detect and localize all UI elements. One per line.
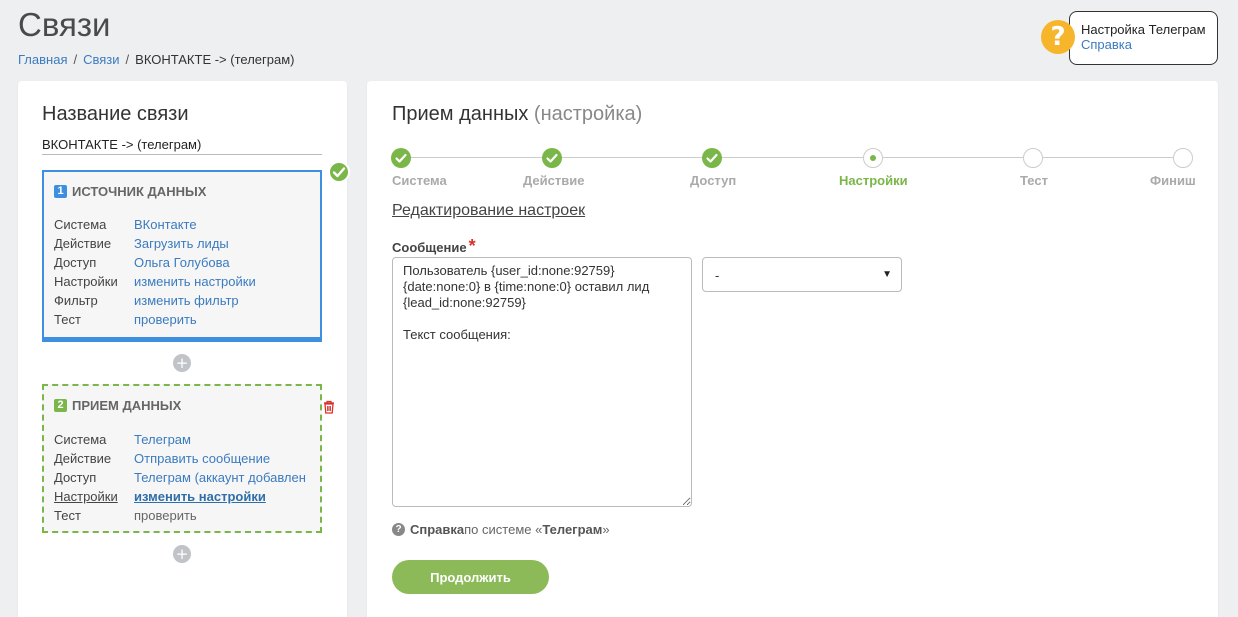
connection-heading: Название связи	[42, 103, 189, 125]
settings-panel: Прием данных (настройка) Система Действи…	[367, 81, 1218, 617]
receiver-card[interactable]: 2 ПРИЕМ ДАННЫХ Система Телеграм Действие О…	[42, 384, 334, 533]
question-icon[interactable]: ?	[1041, 20, 1075, 54]
source-access-link[interactable]: Ольга Голубова	[134, 253, 314, 272]
help-line: ? Справка по системе «Телеграм»	[392, 522, 610, 537]
add-step-icon[interactable]: +	[173, 354, 191, 372]
breadcrumb-links[interactable]: Связи	[83, 52, 119, 67]
step-label-system[interactable]: Система	[392, 173, 447, 188]
source-filter-link[interactable]: изменить фильтр	[134, 291, 314, 310]
variable-select[interactable]: - ▼	[702, 257, 902, 292]
help-box-title: Настройка Телеграм	[1081, 22, 1206, 37]
source-system-link[interactable]: ВКонтакте	[134, 215, 314, 234]
receiver-system-link[interactable]: Телеграм	[134, 430, 314, 449]
source-row-test: Тест проверить	[54, 310, 314, 329]
variable-select-value: -	[715, 268, 720, 283]
connection-name-field[interactable]: ВКОНТАКТЕ -> (телеграм)	[42, 137, 322, 155]
source-row-system: Система ВКонтакте	[54, 215, 314, 234]
source-settings-link[interactable]: изменить настройки	[134, 272, 314, 291]
source-row-access: Доступ Ольга Голубова	[54, 253, 314, 272]
help-box: Настройка Телеграм Справка	[1069, 11, 1218, 65]
help-link[interactable]: Справка	[1081, 37, 1132, 52]
add-step-icon[interactable]: +	[173, 545, 191, 563]
step-number-badge: 2	[54, 399, 67, 412]
receiver-action-link[interactable]: Отправить сообщение	[134, 449, 314, 468]
receiver-row-settings: Настройки изменить настройки	[54, 487, 314, 506]
step-current-dot	[863, 148, 883, 168]
source-row-filter: Фильтр изменить фильтр	[54, 291, 314, 310]
step-label-test: Тест	[1020, 173, 1048, 188]
step-done-check-icon	[702, 148, 722, 168]
step-pending-dot	[1173, 148, 1193, 168]
source-card[interactable]: 1 ИСТОЧНИК ДАННЫХ Система ВКонтакте Дейст…	[42, 170, 322, 342]
source-row-action: Действие Загрузить лиды	[54, 234, 314, 253]
receiver-row-system: Система Телеграм	[54, 430, 314, 449]
breadcrumb-home[interactable]: Главная	[18, 52, 67, 67]
dropdown-arrow-icon: ▼	[882, 269, 892, 280]
step-label-access[interactable]: Доступ	[690, 173, 736, 188]
source-card-title: ИСТОЧНИК ДАННЫХ	[72, 184, 207, 199]
breadcrumb-current: ВКОНТАКТЕ -> (телеграм)	[135, 52, 295, 67]
step-done-check-icon	[391, 148, 411, 168]
receiver-rows: Система Телеграм Действие Отправить сообще…	[54, 430, 314, 525]
receiver-access-link[interactable]: Телеграм (аккаунт добавлен	[134, 468, 314, 487]
source-card-header: 1 ИСТОЧНИК ДАННЫХ	[54, 184, 206, 199]
step-done-check-icon	[542, 148, 562, 168]
receiver-row-access: Доступ Телеграм (аккаунт добавлен	[54, 468, 314, 487]
step-label-finish: Финиш	[1150, 173, 1196, 188]
question-circle-icon: ?	[392, 523, 405, 536]
source-row-settings: Настройки изменить настройки	[54, 272, 314, 291]
breadcrumb: Главная / Связи / ВКОНТАКТЕ -> (телеграм)	[18, 52, 295, 67]
receiver-card-header: 2 ПРИЕМ ДАННЫХ	[54, 398, 181, 413]
receiver-row-test: Тест проверить	[54, 506, 314, 525]
source-action-link[interactable]: Загрузить лиды	[134, 234, 314, 253]
step-pending-dot	[1023, 148, 1043, 168]
step-label-settings[interactable]: Настройки	[839, 173, 908, 188]
message-label: Сообщение *	[392, 236, 476, 256]
continue-button[interactable]: Продолжить	[392, 560, 549, 594]
help-system-link[interactable]: Справка	[410, 522, 464, 537]
connection-panel: Название связи ВКОНТАКТЕ -> (телеграм) 1…	[18, 81, 350, 617]
check-icon	[328, 161, 350, 183]
receiver-card-title: ПРИЕМ ДАННЫХ	[72, 398, 182, 413]
settings-heading: Прием данных (настройка)	[392, 103, 643, 125]
required-mark: *	[468, 236, 476, 256]
step-label-action[interactable]: Действие	[523, 173, 584, 188]
trash-icon[interactable]	[322, 400, 336, 414]
receiver-row-action: Действие Отправить сообщение	[54, 449, 314, 468]
source-rows: Система ВКонтакте Действие Загрузить лиды …	[54, 215, 314, 329]
step-number-badge: 1	[54, 185, 67, 198]
receiver-test-link: проверить	[134, 508, 197, 523]
source-test-link[interactable]: проверить	[134, 310, 314, 329]
receiver-settings-link[interactable]: изменить настройки	[134, 487, 314, 506]
message-textarea[interactable]: Пользователь {user_id:none:92759} {date:…	[392, 257, 692, 507]
page-title: Связи	[18, 6, 111, 43]
steps-progress-line	[401, 157, 1183, 158]
edit-settings-title: Редактирование настроек	[392, 202, 586, 219]
